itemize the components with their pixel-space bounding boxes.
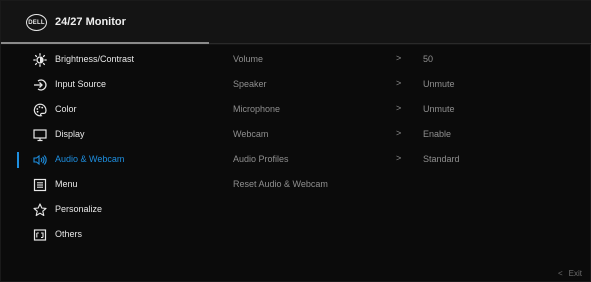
menu-item-label: Color bbox=[55, 104, 77, 114]
submenu-item-label: Volume bbox=[233, 54, 264, 64]
submenu-item-label: Microphone bbox=[233, 104, 281, 114]
submenu-item-microphone[interactable]: Microphone > Unmute bbox=[233, 99, 573, 121]
menu-item-color[interactable]: Color bbox=[1, 99, 211, 121]
header-divider-highlight bbox=[1, 42, 209, 44]
submenu-item-value: 50 bbox=[423, 54, 434, 64]
submenu-item-label: Speaker bbox=[233, 79, 267, 89]
selection-indicator bbox=[17, 152, 19, 168]
chevron-right-icon: > bbox=[396, 53, 402, 63]
menu-item-personalize[interactable]: Personalize bbox=[1, 199, 211, 221]
header-divider bbox=[209, 43, 591, 44]
speaker-icon bbox=[33, 153, 47, 167]
menu-item-label: Menu bbox=[55, 179, 78, 189]
input-source-icon bbox=[33, 78, 47, 92]
menu-item-audio-webcam[interactable]: Audio & Webcam bbox=[1, 149, 211, 171]
others-icon bbox=[33, 228, 47, 242]
monitor-osd-window: DELL 24/27 Monitor Brightness/Contrast I… bbox=[0, 0, 591, 282]
brightness-icon bbox=[33, 53, 47, 67]
exit-button[interactable]: < Exit bbox=[558, 269, 582, 278]
menu-item-input-source[interactable]: Input Source bbox=[1, 74, 211, 96]
submenu-item-webcam[interactable]: Webcam > Enable bbox=[233, 124, 573, 146]
osd-title: 24/27 Monitor bbox=[55, 16, 126, 28]
submenu-item-volume[interactable]: Volume > 50 bbox=[233, 49, 573, 71]
menu-item-display[interactable]: Display bbox=[1, 124, 211, 146]
chevron-right-icon: > bbox=[396, 153, 402, 163]
chevron-right-icon: > bbox=[396, 128, 402, 138]
menu-item-label: Display bbox=[55, 129, 85, 139]
submenu-item-value: Unmute bbox=[423, 79, 455, 89]
submenu-item-label: Audio Profiles bbox=[233, 154, 289, 164]
chevron-right-icon: > bbox=[396, 78, 402, 88]
menu-item-menu[interactable]: Menu bbox=[1, 174, 211, 196]
menu-item-label: Others bbox=[55, 229, 83, 239]
osd-header: DELL 24/27 Monitor bbox=[1, 1, 591, 45]
menu-item-brightness-contrast[interactable]: Brightness/Contrast bbox=[1, 49, 211, 71]
chevron-right-icon: > bbox=[396, 103, 402, 113]
dell-logo: DELL bbox=[26, 14, 47, 31]
menu-item-label: Input Source bbox=[55, 79, 107, 89]
chevron-left-icon: < bbox=[557, 269, 563, 278]
submenu-item-value: Enable bbox=[423, 129, 452, 139]
exit-label: Exit bbox=[568, 269, 582, 278]
menu-item-label: Audio & Webcam bbox=[55, 154, 125, 164]
display-monitor-icon bbox=[33, 128, 47, 142]
submenu-item-value: Standard bbox=[423, 154, 460, 164]
submenu-item-label: Reset Audio & Webcam bbox=[233, 179, 328, 189]
submenu-item-reset-audio-webcam[interactable]: Reset Audio & Webcam bbox=[233, 174, 573, 196]
submenu-item-audio-profiles[interactable]: Audio Profiles > Standard bbox=[233, 149, 573, 171]
submenu-item-speaker[interactable]: Speaker > Unmute bbox=[233, 74, 573, 96]
submenu-item-value: Unmute bbox=[423, 104, 455, 114]
submenu-item-label: Webcam bbox=[233, 129, 269, 139]
star-icon bbox=[33, 203, 47, 217]
menu-item-label: Brightness/Contrast bbox=[55, 54, 135, 64]
menu-list-icon bbox=[33, 178, 47, 192]
color-palette-icon bbox=[33, 103, 47, 117]
menu-item-label: Personalize bbox=[55, 204, 103, 214]
menu-item-others[interactable]: Others bbox=[1, 224, 211, 246]
